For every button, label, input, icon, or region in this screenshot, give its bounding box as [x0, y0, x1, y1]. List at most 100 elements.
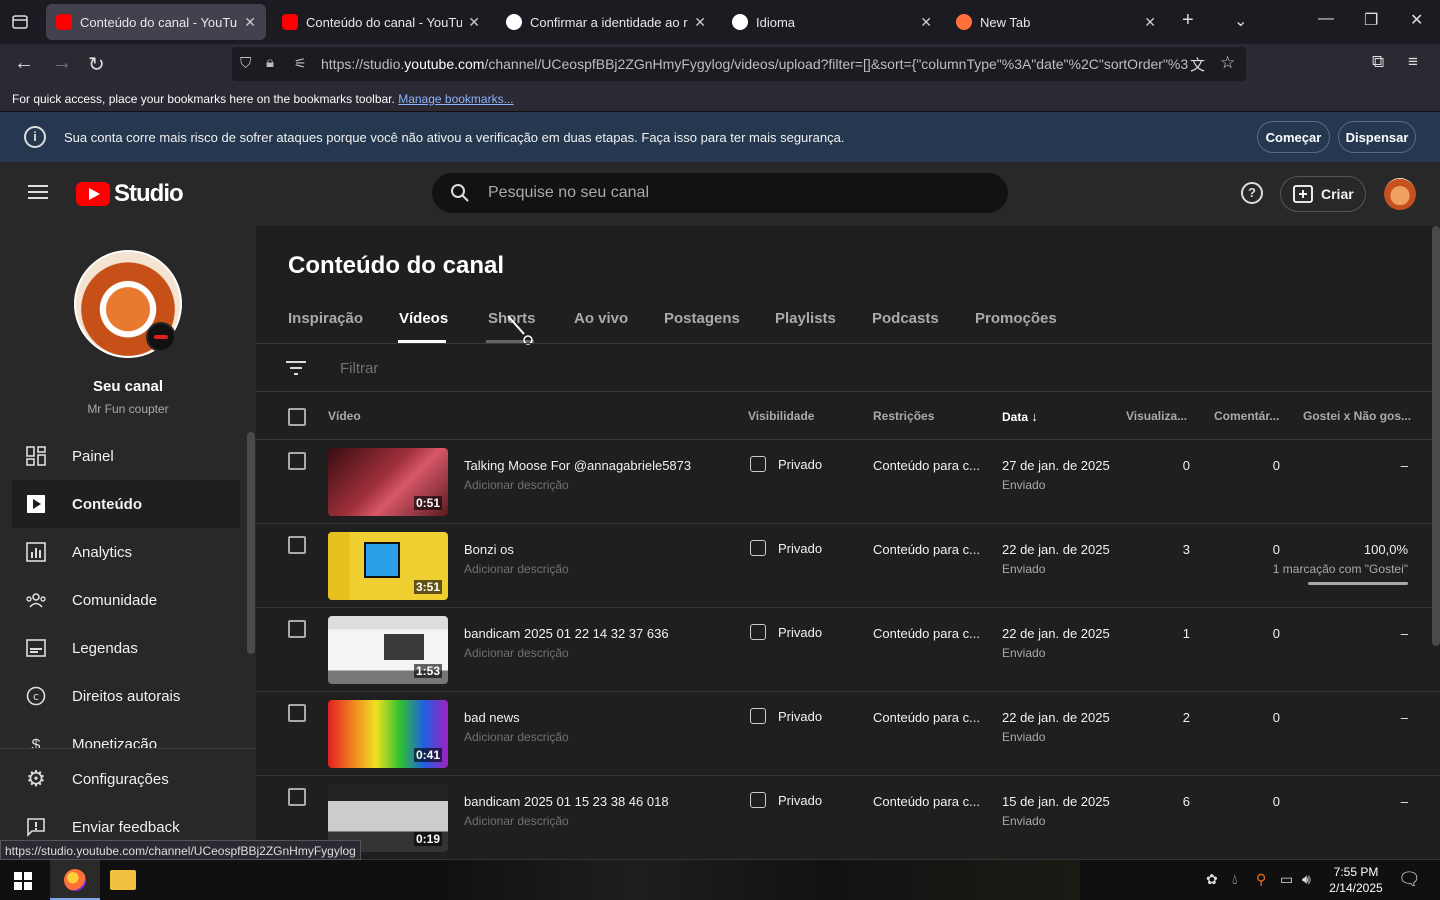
- avatar[interactable]: [1384, 178, 1416, 210]
- sidebar-item-painel[interactable]: Painel: [0, 432, 240, 480]
- main-scrollbar[interactable]: [1432, 226, 1440, 646]
- close-window-icon[interactable]: ✕: [1410, 10, 1423, 30]
- forward-icon[interactable]: →: [52, 52, 72, 75]
- menu-icon[interactable]: ≡: [1408, 52, 1418, 72]
- select-all-checkbox[interactable]: [288, 408, 306, 426]
- taskbar-clock[interactable]: 7:55 PM 2/14/2025: [1326, 864, 1386, 896]
- restore-icon[interactable]: ❐: [1364, 10, 1378, 30]
- create-button[interactable]: Criar: [1280, 176, 1366, 212]
- tab-inspiracao[interactable]: Inspiração: [288, 310, 363, 327]
- back-icon[interactable]: ←: [14, 52, 34, 75]
- start-button[interactable]: Começar: [1257, 121, 1330, 153]
- volume-icon[interactable]: 🔊︎: [1302, 871, 1311, 888]
- file-explorer-icon[interactable]: [110, 870, 136, 890]
- sidebar-item-legendas[interactable]: Legendas: [0, 624, 240, 672]
- windows-start-icon[interactable]: [14, 872, 32, 890]
- tab-ao-vivo[interactable]: Ao vivo: [574, 310, 628, 327]
- chevron-down-icon[interactable]: ⌄: [1234, 11, 1247, 31]
- studio-logo[interactable]: Studio: [76, 179, 184, 209]
- help-icon[interactable]: ?: [1241, 182, 1263, 204]
- lock-icon[interactable]: 🔒︎: [266, 54, 274, 71]
- filter-input[interactable]: Filtrar: [340, 360, 378, 377]
- row-checkbox[interactable]: [288, 788, 306, 806]
- browser-tab-4[interactable]: Idioma ✕: [722, 4, 942, 40]
- video-title[interactable]: bad news: [464, 710, 520, 725]
- column-header-restrictions[interactable]: Restrições: [873, 409, 934, 423]
- sidebar-item-label: Configurações: [72, 770, 169, 788]
- table-row[interactable]: 0:41 bad news Adicionar descrição Privad…: [256, 692, 1440, 776]
- close-tab-icon[interactable]: ✕: [920, 14, 932, 31]
- visibility-cell[interactable]: Privado: [750, 456, 822, 472]
- tab-videos[interactable]: Vídeos: [399, 310, 448, 327]
- close-tab-icon[interactable]: ✕: [244, 14, 256, 31]
- video-thumbnail[interactable]: 3:51: [328, 532, 448, 600]
- table-row[interactable]: 0:19 bandicam 2025 01 15 23 38 46 018 Ad…: [256, 776, 1440, 860]
- row-checkbox[interactable]: [288, 536, 306, 554]
- sidebar-item-comunidade[interactable]: Comunidade: [0, 576, 240, 624]
- column-header-views[interactable]: Visualiza...: [1126, 409, 1187, 423]
- browser-tab-1[interactable]: Conteúdo do canal - YouTube S ✕: [46, 4, 266, 40]
- video-thumbnail[interactable]: 1:53: [328, 616, 448, 684]
- tray-app-icon[interactable]: ✿: [1206, 871, 1218, 888]
- visibility-cell[interactable]: Privado: [750, 792, 822, 808]
- search-input[interactable]: Pesquise no seu canal: [488, 184, 649, 202]
- sidebar-scrollbar[interactable]: [247, 432, 255, 654]
- browser-tab-5[interactable]: New Tab ✕: [946, 4, 1166, 40]
- tab-list-icon[interactable]: [10, 12, 30, 32]
- minimize-icon[interactable]: —: [1318, 10, 1334, 28]
- visibility-cell[interactable]: Privado: [750, 540, 822, 556]
- star-icon[interactable]: ☆: [1220, 53, 1235, 73]
- video-title[interactable]: bandicam 2025 01 15 23 38 46 018: [464, 794, 669, 809]
- video-thumbnail[interactable]: 0:41: [328, 700, 448, 768]
- url-bar[interactable]: ⛉ 🔒︎ ⚟ https://studio.youtube.com/channe…: [232, 47, 1246, 81]
- reload-icon[interactable]: ↻: [88, 52, 105, 77]
- search-bar[interactable]: Pesquise no seu canal: [432, 173, 1008, 213]
- tab-podcasts[interactable]: Podcasts: [872, 310, 939, 327]
- tab-playlists[interactable]: Playlists: [775, 310, 836, 327]
- column-header-visibility[interactable]: Visibilidade: [748, 409, 814, 423]
- dismiss-button[interactable]: Dispensar: [1338, 121, 1416, 153]
- sidebar-item-conteudo[interactable]: Conteúdo: [12, 480, 240, 528]
- date-cell: 22 de jan. de 2025: [1002, 626, 1110, 641]
- row-checkbox[interactable]: [288, 704, 306, 722]
- column-header-likes[interactable]: Gostei x Não gos...: [1303, 409, 1411, 423]
- video-title[interactable]: bandicam 2025 01 22 14 32 37 636: [464, 626, 669, 641]
- sidebar-item-direitos-autorais[interactable]: c Direitos autorais: [0, 672, 240, 720]
- permissions-icon[interactable]: ⚟: [294, 55, 307, 72]
- table-row[interactable]: 1:53 bandicam 2025 01 22 14 32 37 636 Ad…: [256, 608, 1440, 692]
- table-row[interactable]: 0:51 Talking Moose For @annagabriele5873…: [256, 440, 1440, 524]
- video-duration: 3:51: [413, 580, 442, 594]
- hamburger-menu-icon[interactable]: [28, 184, 48, 200]
- visibility-cell[interactable]: Privado: [750, 708, 822, 724]
- sidebar-item-configuracoes[interactable]: ⚙ Configurações: [0, 755, 240, 803]
- sidebar-item-monetizacao[interactable]: $ Monetização: [0, 720, 240, 748]
- column-header-comments[interactable]: Comentár...: [1214, 409, 1279, 423]
- manage-bookmarks-link[interactable]: Manage bookmarks...: [398, 92, 513, 106]
- tab-promocoes[interactable]: Promoções: [975, 310, 1057, 327]
- translate-icon[interactable]: 文: [1190, 54, 1205, 75]
- close-tab-icon[interactable]: ✕: [694, 14, 706, 31]
- row-checkbox[interactable]: [288, 452, 306, 470]
- close-tab-icon[interactable]: ✕: [1144, 14, 1156, 31]
- visibility-cell[interactable]: Privado: [750, 624, 822, 640]
- tray-drop-icon[interactable]: 💧︎: [1232, 871, 1238, 888]
- tray-search-icon[interactable]: ⚲: [1256, 871, 1266, 888]
- column-header-date[interactable]: Data ↓: [1002, 409, 1038, 424]
- sidebar-item-analytics[interactable]: Analytics: [0, 528, 240, 576]
- browser-tab-2[interactable]: Conteúdo do canal - YouTube S ✕: [272, 4, 490, 40]
- table-row[interactable]: 3:51 Bonzi os Adicionar descrição Privad…: [256, 524, 1440, 608]
- browser-tab-3[interactable]: Confirmar a identidade ao realiz ✕: [496, 4, 716, 40]
- taskbar-firefox[interactable]: [50, 860, 100, 900]
- close-tab-icon[interactable]: ✕: [468, 14, 480, 31]
- row-checkbox[interactable]: [288, 620, 306, 638]
- extensions-icon[interactable]: ⧉: [1372, 52, 1384, 72]
- shield-icon[interactable]: ⛉: [240, 55, 251, 72]
- filter-icon[interactable]: [286, 360, 306, 376]
- network-icon[interactable]: ▭: [1280, 871, 1293, 888]
- new-tab-icon[interactable]: +: [1182, 9, 1194, 32]
- video-title[interactable]: Bonzi os: [464, 542, 514, 557]
- video-title[interactable]: Talking Moose For @annagabriele5873: [464, 458, 691, 473]
- tab-postagens[interactable]: Postagens: [664, 310, 740, 327]
- notification-icon[interactable]: 🗨︎: [1398, 869, 1421, 890]
- video-thumbnail[interactable]: 0:51: [328, 448, 448, 516]
